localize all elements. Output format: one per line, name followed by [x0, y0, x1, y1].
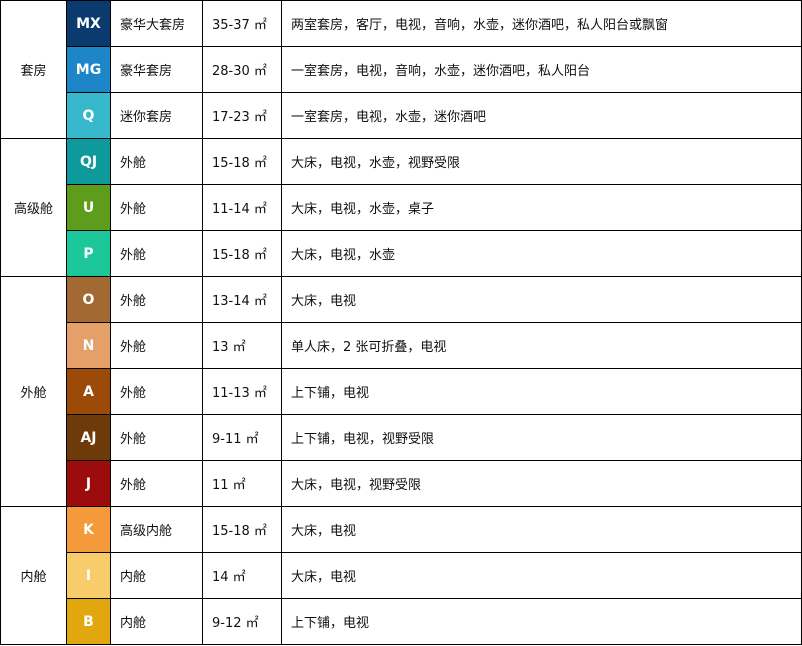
- cabin-type-cell: 豪华套房: [110, 46, 203, 93]
- cabin-type-cell: 迷你套房: [110, 92, 203, 139]
- cabin-code-badge: J: [66, 460, 111, 507]
- cabin-features-cell: 上下铺，电视: [281, 598, 802, 645]
- cabin-code-badge: K: [66, 506, 111, 553]
- cabin-type-cell: 豪华大套房: [110, 0, 203, 47]
- cabin-size-cell: 28-30 ㎡: [202, 46, 282, 93]
- cabin-type-cell: 内舱: [110, 598, 203, 645]
- cabin-code-badge: O: [66, 276, 111, 323]
- cabin-features-cell: 单人床，2 张可折叠，电视: [281, 322, 802, 369]
- table-row: P 外舱 15-18 ㎡大床，电视，水壶: [1, 230, 802, 277]
- cabin-size-cell: 11-14 ㎡: [202, 184, 282, 231]
- category-cell: 套房: [0, 0, 67, 139]
- cabin-features-cell: 上下铺，电视，视野受限: [281, 414, 802, 461]
- table-row: N 外舱 13 ㎡单人床，2 张可折叠，电视: [1, 322, 802, 369]
- cabin-type-cell: 外舱: [110, 414, 203, 461]
- table-row: Q 迷你套房 17-23 ㎡一室套房，电视，水壶，迷你酒吧: [1, 92, 802, 139]
- category-cell: 高级舱: [0, 138, 67, 277]
- table-row: 外舱 O 外舱 13-14 ㎡大床，电视: [0, 276, 802, 507]
- table-row: AJ 外舱 9-11 ㎡上下铺，电视，视野受限: [1, 414, 802, 461]
- cabin-code-badge: AJ: [66, 414, 111, 461]
- cabin-type-cell: 外舱: [110, 138, 203, 185]
- cabin-features-cell: 大床，电视: [281, 506, 802, 553]
- cabin-table-body: 套房 MX 豪华大套房 35-37 ㎡两室套房，客厅，电视，音响，水壶，迷你酒吧，私人…: [0, 0, 802, 645]
- cabin-code-badge: QJ: [66, 138, 111, 185]
- cabin-size-cell: 35-37 ㎡: [202, 0, 282, 47]
- cabin-code-badge: U: [66, 184, 111, 231]
- cabin-size-cell: 11 ㎡: [202, 460, 282, 507]
- cabin-code-badge: A: [66, 368, 111, 415]
- cabin-features-cell: 大床，电视，水壶: [281, 230, 802, 277]
- cabin-size-cell: 9-12 ㎡: [202, 598, 282, 645]
- cabin-features-cell: 一室套房，电视，水壶，迷你酒吧: [281, 92, 802, 139]
- cabin-size-cell: 9-11 ㎡: [202, 414, 282, 461]
- table-row: 高级舱 QJ 外舱 15-18 ㎡大床，电视，水壶，视野受限: [0, 138, 802, 277]
- cabin-size-cell: 14 ㎡: [202, 552, 282, 599]
- cabin-features-cell: 大床，电视: [281, 552, 802, 599]
- cabin-size-cell: 11-13 ㎡: [202, 368, 282, 415]
- cabin-size-cell: 13 ㎡: [202, 322, 282, 369]
- cabin-code-badge: Q: [66, 92, 111, 139]
- cabin-size-cell: 15-18 ㎡: [202, 138, 282, 185]
- table-row: 内舱 K 高级内舱 15-18 ㎡大床，电视: [0, 506, 802, 645]
- table-row: MG 豪华套房 28-30 ㎡一室套房，电视，音响，水壶，迷你酒吧，私人阳台: [1, 46, 802, 93]
- cabin-features-cell: 两室套房，客厅，电视，音响，水壶，迷你酒吧，私人阳台或飘窗: [281, 0, 802, 47]
- cabin-code-badge: MX: [66, 0, 111, 47]
- table-row: U 外舱 11-14 ㎡大床，电视，水壶，桌子: [1, 184, 802, 231]
- cabin-features-cell: 大床，电视: [281, 276, 802, 323]
- cabin-type-cell: 外舱: [110, 460, 203, 507]
- cabin-size-cell: 17-23 ㎡: [202, 92, 282, 139]
- cabin-type-cell: 外舱: [110, 230, 203, 277]
- cabin-size-cell: 15-18 ㎡: [202, 230, 282, 277]
- table-row: I 内舱 14 ㎡大床，电视: [1, 552, 802, 599]
- cabin-type-cell: 内舱: [110, 552, 203, 599]
- cabin-type-cell: 外舱: [110, 322, 203, 369]
- table-row: 套房 MX 豪华大套房 35-37 ㎡两室套房，客厅，电视，音响，水壶，迷你酒吧，私人…: [0, 0, 802, 139]
- cabin-type-cell: 高级内舱: [110, 506, 203, 553]
- cabin-code-badge: B: [66, 598, 111, 645]
- category-cell: 外舱: [0, 276, 67, 507]
- cabin-code-badge: I: [66, 552, 111, 599]
- table-row: A 外舱 11-13 ㎡上下铺，电视: [1, 368, 802, 415]
- cabin-code-badge: MG: [66, 46, 111, 93]
- category-cell: 内舱: [0, 506, 67, 645]
- table-row: J 外舱 11 ㎡大床，电视，视野受限: [1, 460, 802, 507]
- cabin-features-cell: 大床，电视，视野受限: [281, 460, 802, 507]
- cabin-code-badge: P: [66, 230, 111, 277]
- cabin-table: 套房 MX 豪华大套房 35-37 ㎡两室套房，客厅，电视，音响，水壶，迷你酒吧，私人…: [0, 0, 802, 645]
- table-row: B 内舱 9-12 ㎡上下铺，电视: [1, 598, 802, 645]
- cabin-type-cell: 外舱: [110, 276, 203, 323]
- cabin-features-cell: 上下铺，电视: [281, 368, 802, 415]
- cabin-type-cell: 外舱: [110, 368, 203, 415]
- cabin-size-cell: 13-14 ㎡: [202, 276, 282, 323]
- cabin-type-cell: 外舱: [110, 184, 203, 231]
- cabin-features-cell: 大床，电视，水壶，桌子: [281, 184, 802, 231]
- cabin-features-cell: 大床，电视，水壶，视野受限: [281, 138, 802, 185]
- cabin-size-cell: 15-18 ㎡: [202, 506, 282, 553]
- cabin-code-badge: N: [66, 322, 111, 369]
- cabin-features-cell: 一室套房，电视，音响，水壶，迷你酒吧，私人阳台: [281, 46, 802, 93]
